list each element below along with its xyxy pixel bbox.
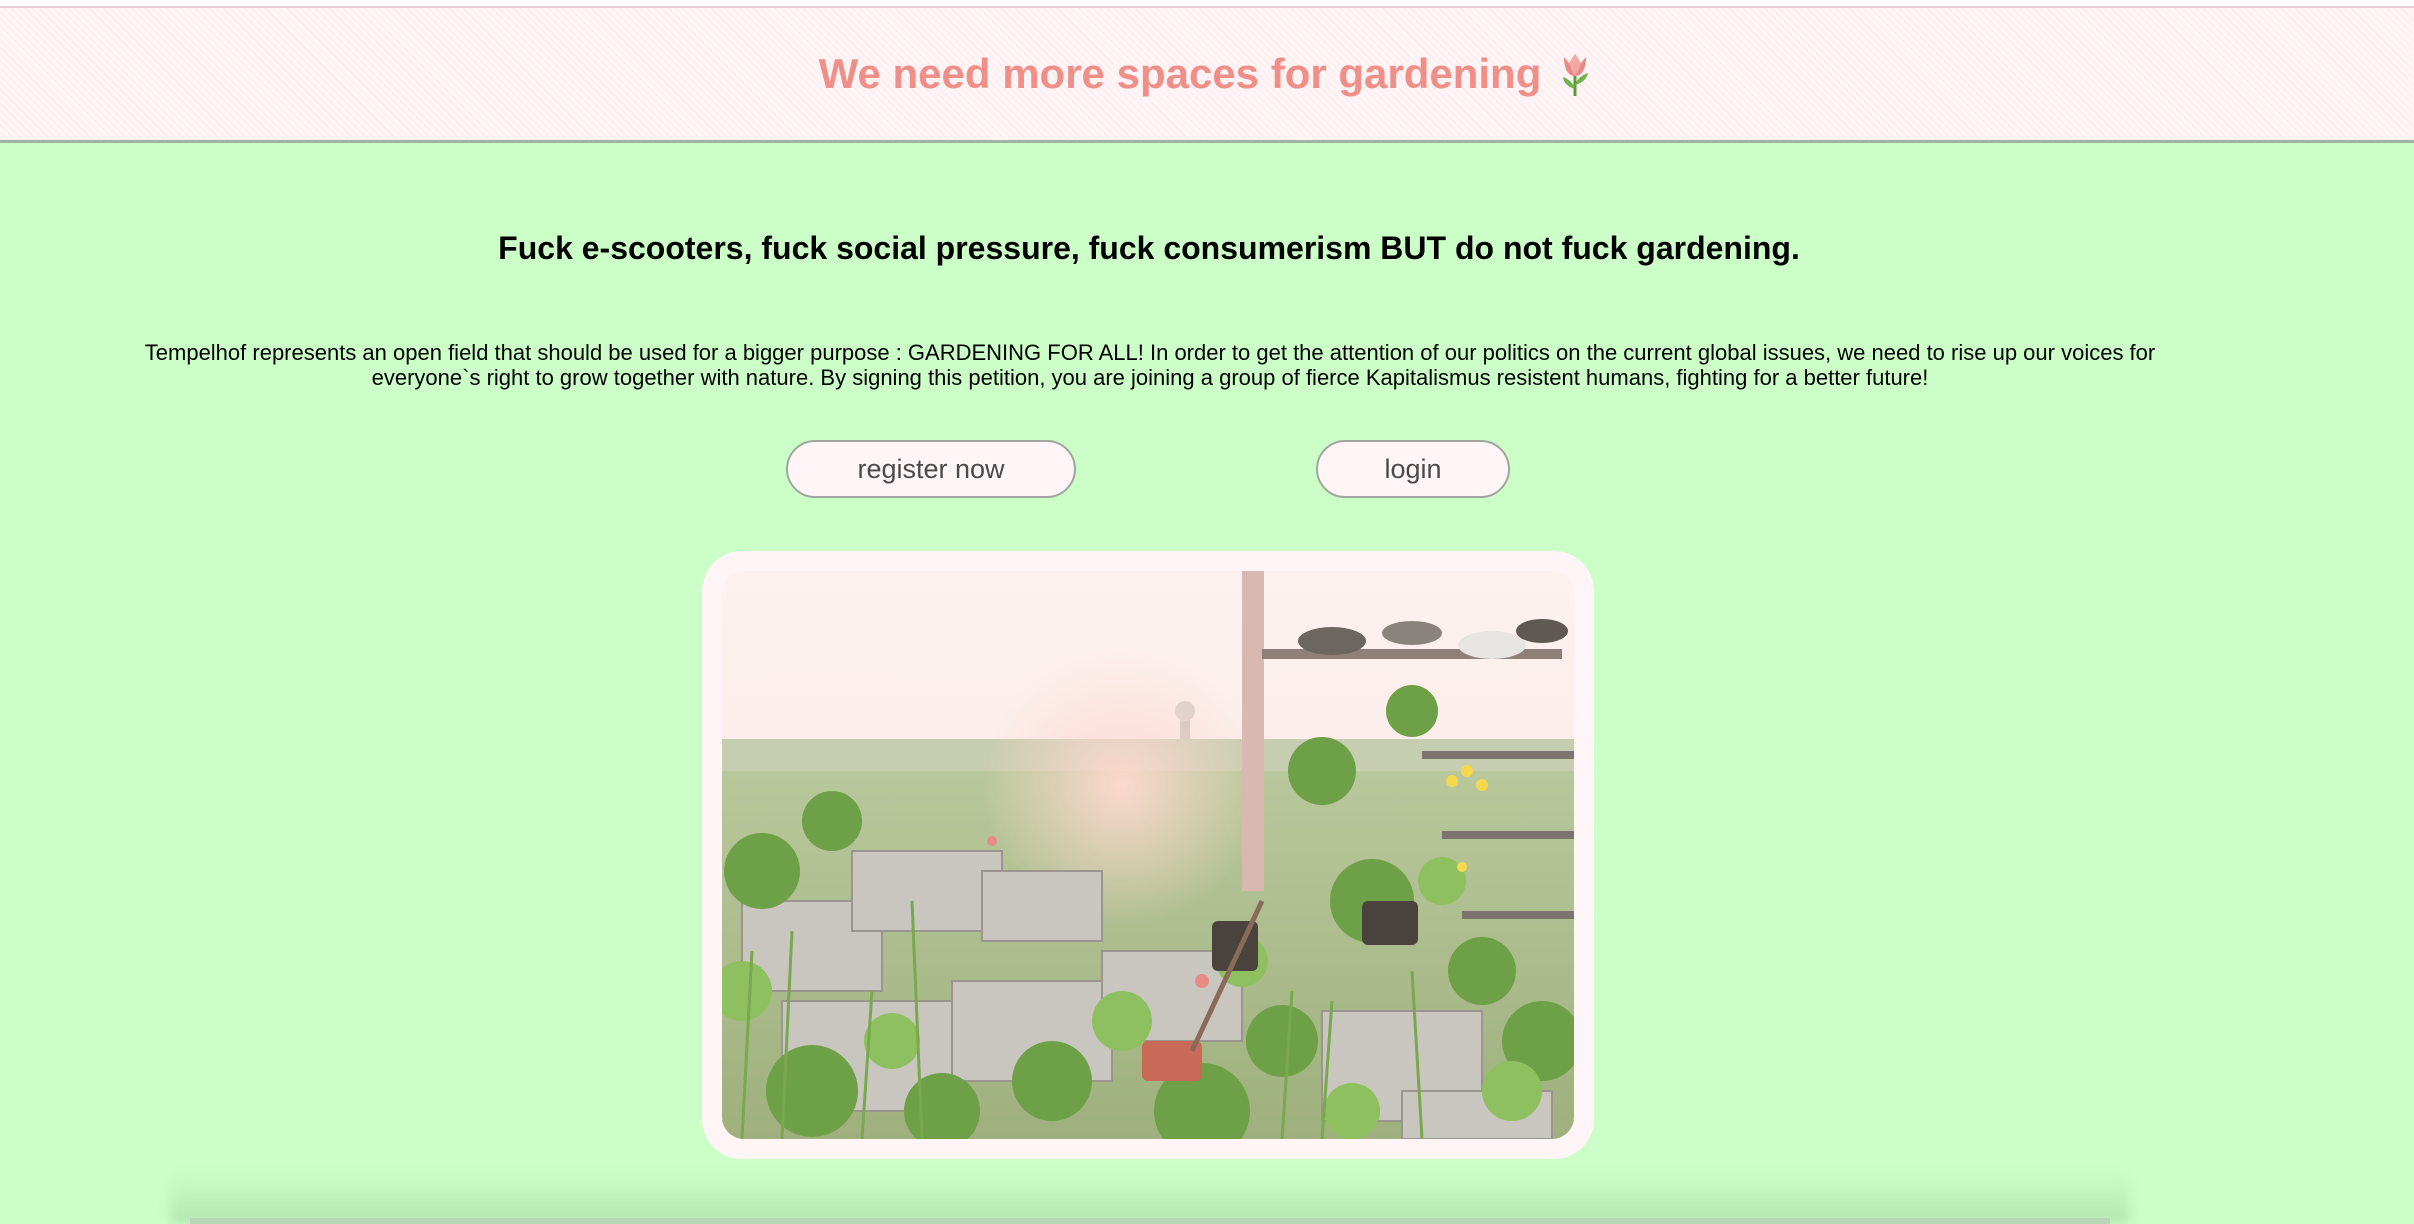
garden-photo-image [722,571,1574,1139]
page-title-text: We need more spaces for gardening [818,50,1542,97]
tulip-icon [1555,51,1595,97]
footer-shadow [170,1170,2130,1224]
page-title: We need more spaces for gardening [819,50,1596,98]
top-border [0,0,2414,8]
page-header: We need more spaces for gardening [0,8,2414,143]
register-button[interactable]: register now [786,440,1076,498]
footer-edge [190,1218,2110,1224]
petition-description: Tempelhof represents an open field that … [144,340,2156,390]
login-button[interactable]: login [1316,440,1510,498]
garden-photo-card [702,551,1594,1159]
garden-photo [722,571,1574,1139]
slogan-heading: Fuck e-scooters, fuck social pressure, f… [498,230,1800,266]
